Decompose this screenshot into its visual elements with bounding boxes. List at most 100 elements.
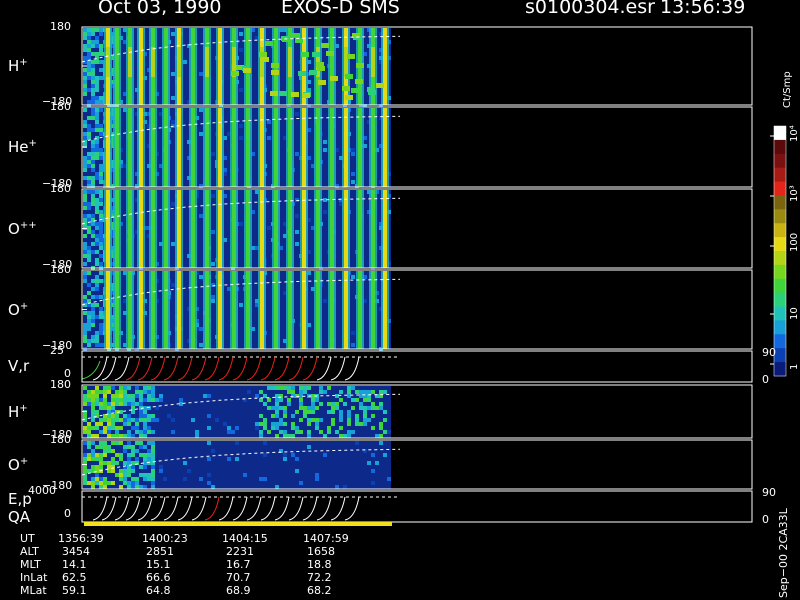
spectrogram-cell — [91, 52, 95, 56]
spectrogram-cell — [151, 386, 155, 390]
spectrogram-cell — [123, 473, 127, 477]
spectrogram-cell — [87, 156, 91, 160]
orbit-cell: 66.6 — [146, 571, 171, 584]
spectrogram-cell — [99, 198, 103, 202]
qa-bar — [84, 522, 392, 526]
spectrogram-cell — [367, 461, 371, 465]
spectrogram-cell — [87, 226, 91, 230]
spectrogram-cell — [115, 394, 119, 398]
spectrogram-cell — [91, 148, 95, 152]
spectrogram-cell — [275, 398, 279, 402]
spectrogram-cell — [95, 283, 99, 287]
spectrogram-cell — [259, 434, 263, 438]
spectrogram-cell — [83, 279, 87, 283]
spectrogram-cell — [91, 194, 95, 198]
spectrogram-cell — [83, 84, 87, 88]
spectrogram-cell — [91, 406, 95, 410]
spectrogram-cell — [131, 461, 135, 465]
spectrogram-cell — [91, 160, 95, 164]
spectrogram-cell — [99, 315, 103, 319]
burst-core — [115, 108, 119, 187]
spectrogram-cell — [295, 457, 299, 461]
spectrogram-cell — [95, 457, 99, 461]
spectrogram-cell — [91, 453, 95, 457]
spectrogram-cell — [155, 398, 159, 402]
spectrogram-cell — [139, 465, 143, 469]
spectrogram-cell — [95, 144, 99, 148]
spectrogram-cell — [371, 469, 375, 473]
spectrogram-cell — [115, 441, 119, 445]
spectrogram-cell — [259, 390, 263, 394]
spectrogram-cell — [95, 222, 99, 226]
spectrogram-cell — [91, 287, 95, 291]
spectrogram-patch — [231, 71, 239, 76]
spectrogram-patch — [355, 79, 363, 84]
spectrogram-cell — [367, 406, 371, 410]
spectrogram-cell — [87, 164, 91, 168]
spectrogram-cell — [87, 124, 91, 128]
spectrogram-cell — [87, 254, 91, 258]
spectrogram-cell — [111, 386, 115, 390]
spectrogram-cell — [99, 402, 103, 406]
spectrogram-cell — [199, 275, 203, 279]
spectrogram-cell — [83, 194, 87, 198]
spectrogram-cell — [267, 120, 271, 124]
spectrogram-cell — [135, 441, 139, 445]
spectrogram-cell — [91, 32, 95, 36]
orbit-cell: 16.7 — [226, 558, 251, 571]
colorbar-swatch — [774, 181, 786, 196]
spectrogram-cell — [299, 430, 303, 434]
spectrogram-cell — [135, 457, 139, 461]
spectrogram-cell — [211, 194, 215, 198]
spectrogram-cell — [95, 402, 99, 406]
spectrogram-cell — [355, 390, 359, 394]
spectrogram-cell — [99, 234, 103, 238]
spectrogram-cell — [107, 418, 111, 422]
spectrogram-cell — [123, 477, 127, 481]
spectrogram-cell — [211, 299, 215, 303]
spectrogram-cell — [127, 457, 131, 461]
burst-core — [218, 271, 222, 349]
spectrogram-patch — [301, 52, 309, 57]
spectrogram-cell — [83, 92, 87, 96]
spectrogram-cell — [91, 80, 95, 84]
spectrogram-cell — [91, 190, 95, 194]
burst-core — [106, 271, 110, 349]
spectrogram-cell — [87, 291, 91, 295]
spectrogram-cell — [283, 457, 287, 461]
spectrogram-cell — [299, 402, 303, 406]
spectrogram-cell — [279, 406, 283, 410]
spectrogram-cell — [275, 426, 279, 430]
spectrogram-cell — [263, 418, 267, 422]
spectrogram-cell — [143, 457, 147, 461]
spectrogram-cell — [203, 394, 207, 398]
spectrogram-cell — [283, 430, 287, 434]
spectrogram-cell — [95, 84, 99, 88]
spectrogram-cell — [87, 453, 91, 457]
spectrogram-cell — [111, 434, 115, 438]
spectrogram-cell — [103, 477, 107, 481]
spectrogram-cell — [259, 398, 263, 402]
spectrogram-cell — [87, 258, 91, 262]
spectrogram-cell — [123, 390, 127, 394]
y-tick-bottom: 0 — [64, 507, 71, 520]
colorbar-swatch — [774, 362, 786, 377]
spectrogram-cell — [343, 485, 347, 489]
spectrogram-cell — [103, 430, 107, 434]
spectrogram-cell — [131, 418, 135, 422]
spectrogram-cell — [351, 343, 355, 347]
spectrogram-cell — [83, 299, 87, 303]
spectrogram-cell — [87, 160, 91, 164]
spectrogram-cell — [83, 250, 87, 254]
spectrogram-cell — [87, 469, 91, 473]
spectrogram-cell — [331, 402, 335, 406]
spectrogram-cell — [207, 473, 211, 477]
spectrogram-cell — [87, 64, 91, 68]
spectrogram-cell — [83, 430, 87, 434]
spectrogram-cell — [87, 457, 91, 461]
spectrogram-cell — [311, 410, 315, 414]
spectrogram-cell — [359, 406, 363, 410]
spectrogram-cell — [387, 430, 391, 434]
burst-core — [330, 108, 334, 187]
spectrogram-cell — [107, 386, 111, 390]
